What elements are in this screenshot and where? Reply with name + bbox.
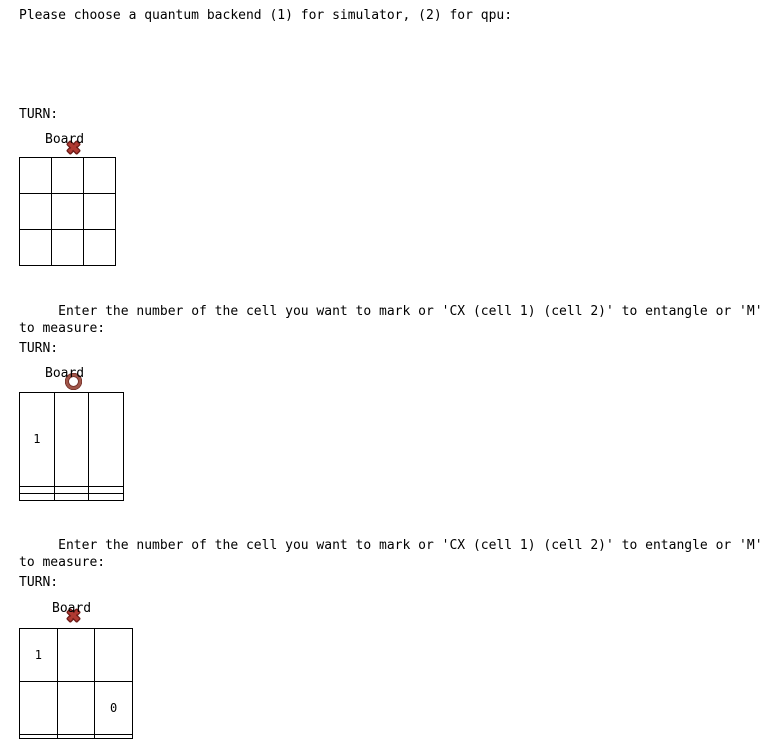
board-cell-3-0-2[interactable] (94, 628, 133, 682)
cross-mark-icon (65, 107, 82, 155)
board-cell-2-1-2[interactable] (88, 485, 124, 494)
board-cell-1-0-0[interactable] (19, 157, 52, 194)
board-cell-2-2-2[interactable] (88, 492, 124, 502)
board-cell-1-2-1[interactable] (51, 229, 84, 266)
table-row (19, 229, 116, 266)
turn-label-2: TURN: (19, 340, 59, 356)
board-grid-3: 1 0 (19, 628, 133, 740)
input-prompt-2: Enter the number of the cell you want to… (19, 520, 763, 588)
board-cell-3-0-1[interactable] (56, 628, 96, 682)
board-cell-2-0-0[interactable]: 1 (19, 392, 55, 487)
board-cell-3-1-2[interactable]: 0 (94, 680, 133, 735)
board-cell-3-2-1[interactable] (56, 733, 96, 740)
board-cell-2-1-1[interactable] (53, 485, 90, 494)
table-row (19, 733, 133, 740)
board-cell-1-2-2[interactable] (83, 229, 116, 266)
board-label-1: Board (45, 132, 85, 147)
board-cell-2-0-2[interactable] (88, 392, 124, 487)
board-cell-1-0-1[interactable] (51, 157, 84, 194)
table-row (19, 157, 116, 194)
board-grid-2: 1 (19, 392, 124, 502)
table-row (19, 193, 116, 230)
board-cell-1-2-0[interactable] (19, 229, 52, 266)
terminal-output: Please choose a quantum backend (1) for … (0, 0, 763, 745)
board-label-2: Board (45, 366, 85, 381)
board-cell-2-2-0[interactable] (19, 492, 55, 502)
hollow-red-circle-icon (65, 341, 83, 390)
input-prompt-1-line1: Enter the number of the cell you want to… (50, 304, 763, 319)
board-grid-1 (19, 157, 116, 266)
table-row: 0 (19, 680, 133, 735)
turn-row-2: TURN: (19, 340, 83, 390)
backend-prompt-text: Please choose a quantum backend (1) for … (19, 8, 513, 23)
board-label-3: Board (52, 601, 92, 616)
board-cell-2-0-1[interactable] (53, 392, 90, 487)
board-cell-3-0-0[interactable]: 1 (19, 628, 58, 682)
board-cell-3-2-0[interactable] (19, 733, 58, 740)
board-cell-1-0-2[interactable] (83, 157, 116, 194)
board-cell-1-1-1[interactable] (51, 193, 84, 230)
input-prompt-2-line2: to measure: (19, 555, 106, 570)
input-prompt-1: Enter the number of the cell you want to… (19, 286, 763, 354)
turn-row-3: TURN: (19, 574, 82, 623)
table-row (19, 492, 124, 502)
turn-label-1: TURN: (19, 106, 59, 122)
board-cell-2-1-0[interactable] (19, 485, 55, 494)
board-cell-3-1-1[interactable] (56, 680, 96, 735)
board-cell-2-2-1[interactable] (53, 492, 90, 502)
table-row: 1 (19, 392, 124, 487)
board-cell-1-1-0[interactable] (19, 193, 52, 230)
turn-row-1: TURN: (19, 106, 82, 155)
table-row: 1 (19, 628, 133, 682)
input-prompt-1-line2: to measure: (19, 321, 106, 336)
turn-label-3: TURN: (19, 574, 59, 590)
board-cell-3-2-2[interactable] (94, 733, 133, 740)
board-cell-3-1-0[interactable] (19, 680, 58, 735)
table-row (19, 485, 124, 494)
board-cell-1-1-2[interactable] (83, 193, 116, 230)
cross-mark-icon (65, 575, 82, 623)
input-prompt-2-line1: Enter the number of the cell you want to… (50, 538, 763, 553)
